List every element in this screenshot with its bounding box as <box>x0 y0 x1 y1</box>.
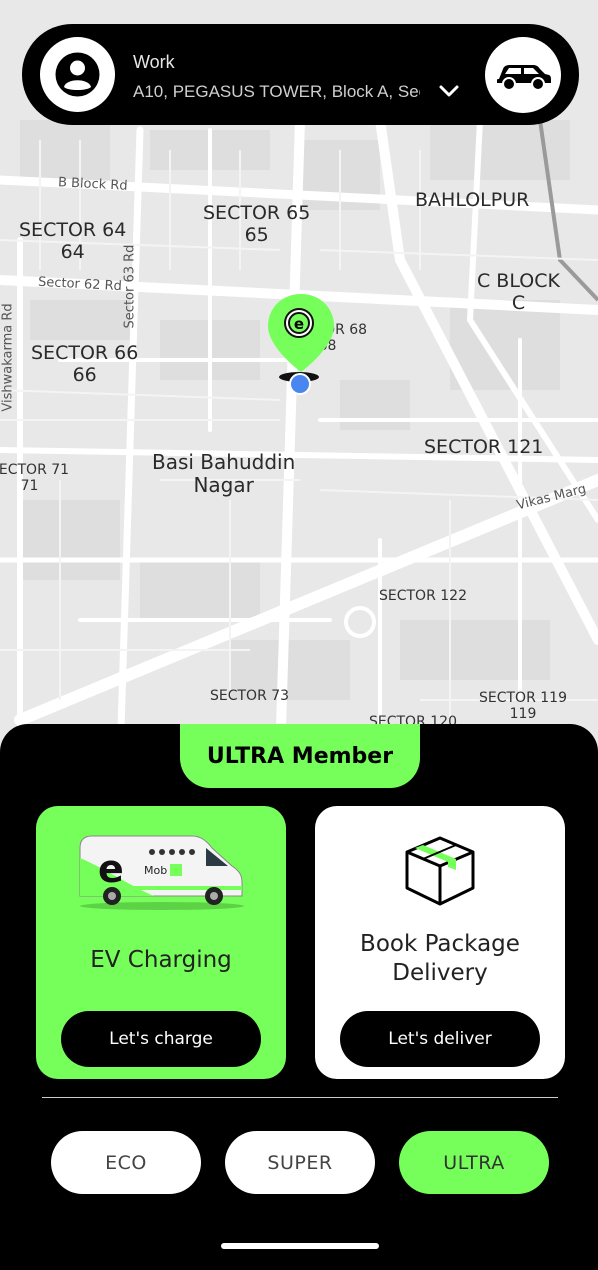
svg-text:e: e <box>294 315 304 333</box>
home-indicator[interactable] <box>221 1243 379 1249</box>
van-icon: e Mob <box>79 835 244 910</box>
map-label-basi-bahuddin-nagar: Basi Bahuddin Nagar <box>152 450 296 497</box>
ev-charging-card[interactable]: e Mob EV Charging Let's charge <box>36 806 286 1079</box>
map-label-sector-65: SECTOR 65 65 <box>203 202 311 246</box>
svg-text:e: e <box>98 847 124 891</box>
tier-super-button[interactable]: SUPER <box>225 1131 375 1194</box>
chevron-down-icon[interactable] <box>438 82 460 100</box>
address-text[interactable]: A10, PEGASUS TOWER, Block A, Sector 68 <box>133 82 420 102</box>
map-label-sector-63-rd: Sector 63 Rd <box>122 244 138 329</box>
ev-charging-title: EV Charging <box>90 947 232 973</box>
user-icon <box>55 52 100 97</box>
map-label-sector-121: SECTOR 121 <box>424 436 544 458</box>
lets-charge-button[interactable]: Let's charge <box>61 1011 261 1067</box>
package-delivery-card[interactable]: Book Package Delivery Let's deliver <box>315 806 565 1079</box>
book-package-delivery-title: Book Package Delivery <box>360 931 520 986</box>
tier-ultra-button[interactable]: ULTRA <box>399 1131 549 1194</box>
ride-button[interactable] <box>485 37 561 113</box>
map-label-sector-71: SECTOR 71 71 <box>0 462 70 495</box>
destination-bar[interactable]: Work A10, PEGASUS TOWER, Block A, Sector… <box>22 24 579 125</box>
map-label-sector-119: SECTOR 119 119 <box>479 690 567 723</box>
map-label-sector-64: SECTOR 64 64 <box>19 219 127 263</box>
map-label-sector-122: SECTOR 122 <box>379 588 467 604</box>
bottom-sheet: ULTRA Member e Mob EV Charging Let's cha… <box>0 724 598 1270</box>
divider <box>42 1097 558 1098</box>
package-icon <box>405 836 475 906</box>
map-label-sector-66: SECTOR 66 66 <box>31 342 139 386</box>
map-label-vishwakarma-rd: Vishwakarma Rd <box>0 303 16 412</box>
map-label-bahlolpur: BAHLOLPUR <box>415 189 530 211</box>
current-location-dot-icon <box>289 373 311 395</box>
tier-eco-button[interactable]: ECO <box>51 1131 201 1194</box>
location-label: Work <box>133 52 175 72</box>
lets-deliver-button[interactable]: Let's deliver <box>340 1011 540 1067</box>
svg-text:Mob: Mob <box>144 864 167 877</box>
map-label-c-block: C BLOCK C <box>477 270 560 314</box>
member-badge: ULTRA Member <box>180 724 420 788</box>
profile-button[interactable] <box>40 37 115 112</box>
map-label-sector-73: SECTOR 73 <box>210 688 290 704</box>
car-icon <box>497 65 551 91</box>
